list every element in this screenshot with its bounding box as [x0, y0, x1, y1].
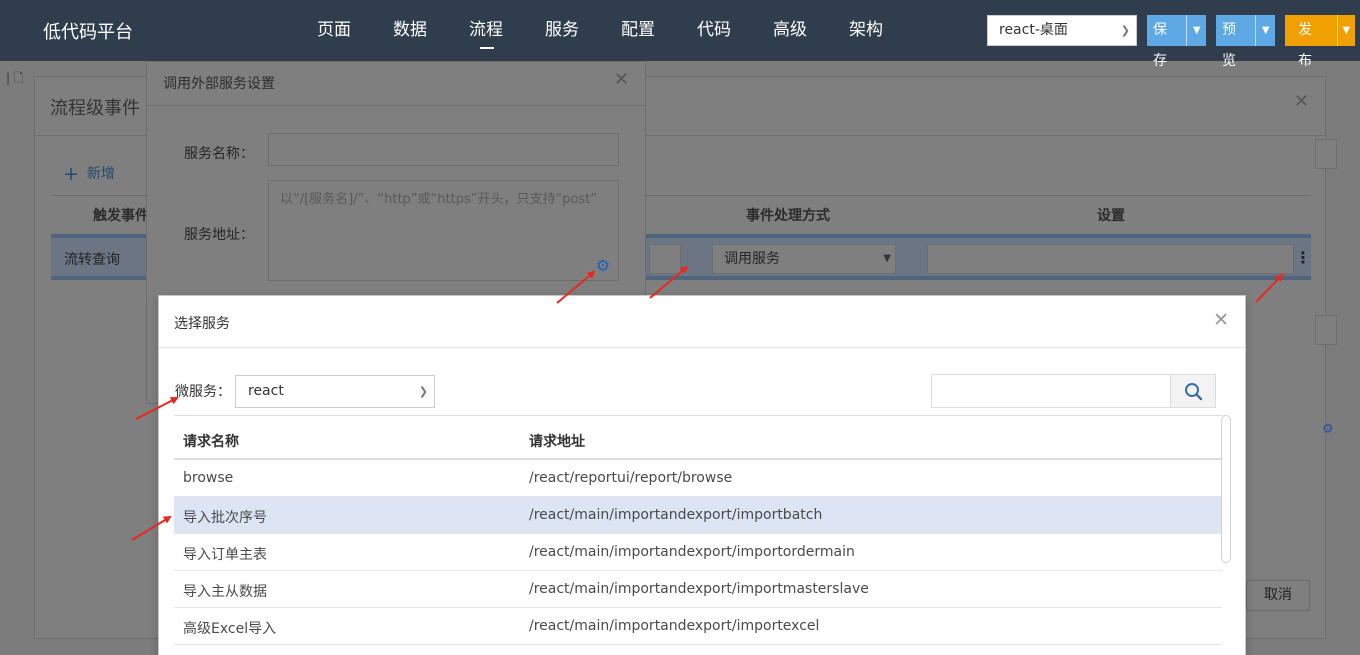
preview-split-button: 预览 ▼ — [1216, 15, 1275, 69]
save-button[interactable]: 保存 — [1147, 15, 1186, 69]
select-service-dialog-title: 选择服务 — [174, 316, 230, 332]
nav-item-advanced[interactable]: 高级 — [752, 0, 828, 61]
nav-item-architecture[interactable]: 架构 — [828, 0, 904, 61]
table-header: 请求名称 请求地址 — [174, 416, 1222, 460]
column-header-settings: 设置 — [1097, 208, 1125, 224]
select-service-dialog: 选择服务 ✕ 微服务： react ❯ 请求名称 请求地址 browse /re… — [158, 295, 1246, 655]
nav-item-config[interactable]: 配置 — [600, 0, 676, 61]
settings-input[interactable] — [927, 244, 1294, 274]
service-table: 请求名称 请求地址 browse /react/reportui/report/… — [174, 415, 1222, 647]
row-request-name: 导入主从数据 — [183, 584, 267, 600]
nav-item-service[interactable]: 服务 — [524, 0, 600, 61]
row-request-url: /react/main/importandexport/importexcel — [529, 618, 820, 634]
service-address-label: 服务地址： — [184, 227, 254, 243]
nav-item-data[interactable]: 数据 — [372, 0, 448, 61]
preview-button[interactable]: 预览 — [1216, 15, 1255, 69]
nav-item-code[interactable]: 代码 — [676, 0, 752, 61]
save-split-button: 保存 ▼ — [1147, 15, 1206, 69]
publish-dropdown-caret-icon[interactable]: ▼ — [1336, 15, 1355, 46]
main-nav: 页面 数据 流程 服务 配置 代码 高级 架构 — [296, 0, 904, 61]
table-row[interactable]: 导入订单主表 /react/main/importandexport/impor… — [174, 534, 1222, 571]
row-request-url: /react/main/importandexport/importbatch — [529, 507, 823, 523]
publish-button[interactable]: 发布 — [1285, 15, 1337, 69]
table-scrollbar[interactable] — [1221, 415, 1231, 563]
row-input[interactable] — [649, 244, 681, 274]
gear-icon[interactable]: ⚙ — [595, 258, 611, 274]
plus-icon: + — [63, 163, 79, 185]
table-row-selected[interactable]: 导入批次序号 /react/main/importandexport/impor… — [174, 497, 1222, 534]
microservice-select-value: react — [248, 383, 284, 399]
nav-item-page[interactable]: 页面 — [296, 0, 372, 61]
publish-split-button: 发布 ▼ — [1285, 15, 1355, 69]
divider — [159, 347, 1245, 348]
row-request-name: browse — [183, 470, 234, 486]
column-header-method: 事件处理方式 — [746, 208, 830, 224]
brand-title: 低代码平台 — [43, 22, 133, 43]
table-row[interactable]: 高级Excel导入 /react/main/importandexport/im… — [174, 608, 1222, 645]
chevron-down-icon: ❯ — [418, 385, 428, 398]
chevron-down-icon: ❯ — [1120, 24, 1130, 37]
top-header: 低代码平台 页面 数据 流程 服务 配置 代码 高级 架构 react-桌面 ❯… — [0, 0, 1360, 69]
search-icon — [1185, 383, 1203, 401]
service-address-placeholder: 以“/[服务名]/”、“http”或“https”开头，只支持“post” — [280, 192, 598, 207]
row-request-url: /react/reportui/report/browse — [529, 470, 733, 486]
table-row[interactable]: 导入主从数据 /react/main/importandexport/impor… — [174, 571, 1222, 608]
close-icon[interactable]: ✕ — [1294, 91, 1309, 112]
service-name-label: 服务名称： — [184, 146, 254, 162]
preview-dropdown-caret-icon[interactable]: ▼ — [1255, 15, 1275, 46]
method-select[interactable]: 调用服务 ▼ — [712, 244, 896, 274]
microservice-select[interactable]: react ❯ — [235, 375, 435, 408]
column-header-trigger: 触发事件 — [93, 208, 149, 224]
nav-item-flow[interactable]: 流程 — [448, 0, 524, 61]
more-vertical-icon[interactable]: ⋮ — [1295, 244, 1311, 274]
external-service-dialog-title: 调用外部服务设置 — [163, 76, 275, 92]
divider — [147, 105, 645, 106]
cancel-button[interactable]: 取消 — [1246, 580, 1310, 611]
search-input[interactable] — [931, 374, 1171, 408]
table-row[interactable]: browse /react/reportui/report/browse — [174, 460, 1222, 497]
app-select[interactable]: react-桌面 ❯ — [987, 15, 1137, 46]
row-trigger-text: 流转查询 — [64, 252, 120, 268]
chevron-down-icon: ▼ — [883, 253, 891, 264]
flow-event-dialog-title: 流程级事件 — [50, 98, 140, 119]
service-name-input[interactable] — [268, 133, 619, 166]
gear-icon[interactable]: ⚙ — [1322, 422, 1334, 437]
side-input[interactable] — [1315, 139, 1337, 169]
search-button[interactable] — [1170, 374, 1216, 408]
column-header-request-name: 请求名称 — [183, 434, 239, 450]
save-dropdown-caret-icon[interactable]: ▼ — [1186, 15, 1206, 46]
add-event-button[interactable]: + 新增 — [63, 163, 115, 185]
row-request-name: 导入订单主表 — [183, 547, 267, 563]
file-icon: | 🗋 — [6, 71, 24, 85]
row-request-url: /react/main/importandexport/importorderm… — [529, 544, 855, 560]
row-request-name: 高级Excel导入 — [183, 621, 277, 637]
row-request-name: 导入批次序号 — [183, 510, 267, 526]
column-header-request-url: 请求地址 — [529, 434, 585, 450]
service-address-textarea[interactable]: 以“/[服务名]/”、“http”或“https”开头，只支持“post” — [268, 180, 619, 281]
app-select-value: react-桌面 — [999, 22, 1068, 38]
microservice-label: 微服务： — [175, 384, 231, 400]
side-input[interactable] — [1315, 315, 1337, 345]
method-select-value: 调用服务 — [724, 251, 780, 267]
add-event-label: 新增 — [86, 166, 115, 182]
row-request-url: /react/main/importandexport/importmaster… — [529, 581, 869, 597]
close-icon[interactable]: ✕ — [614, 69, 629, 90]
close-icon[interactable]: ✕ — [1213, 309, 1229, 331]
